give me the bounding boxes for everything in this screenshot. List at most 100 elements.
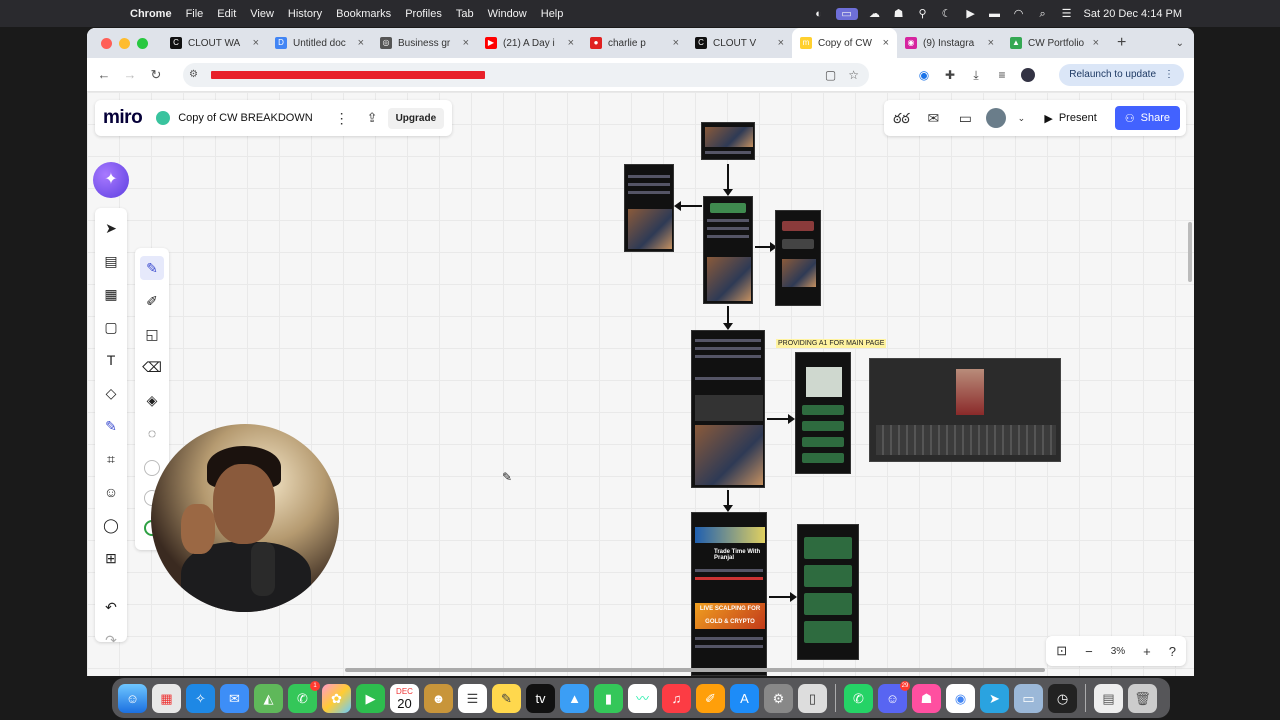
control-center-icon[interactable]: ☰ (1060, 8, 1074, 20)
smart-draw-icon[interactable]: ◱ (140, 322, 164, 346)
redo-icon[interactable]: ↷ (99, 628, 123, 652)
flow-arrow[interactable] (723, 164, 733, 196)
frame-tool-icon[interactable]: ⌗ (99, 447, 123, 471)
ai-sparkle-button[interactable]: ✦ (93, 162, 129, 198)
keynote-icon[interactable]: ▲ (560, 683, 589, 713)
templates-icon[interactable]: ▤ (99, 249, 123, 273)
highlighter-icon[interactable]: ✐ (140, 289, 164, 313)
calendar-icon[interactable]: DEC 20 (390, 683, 419, 713)
emoji-icon[interactable]: ☺ (99, 480, 123, 504)
tab-close-icon[interactable]: × (253, 37, 259, 49)
user-avatar[interactable] (986, 108, 1007, 128)
browser-tab[interactable]: ◎ Business gr × (372, 28, 477, 58)
present-button[interactable]: ▶ Present (1036, 112, 1104, 125)
launchpad-icon[interactable]: ▦ (152, 683, 181, 713)
reminders-icon[interactable]: ☰ (458, 683, 487, 713)
browser-tab[interactable]: m Copy of CW × (792, 28, 897, 58)
music-icon[interactable]: ♫ (662, 683, 691, 713)
menu-history[interactable]: History (288, 8, 322, 20)
site-info-icon[interactable]: ⚙ (189, 69, 203, 80)
preview-icon[interactable]: ▭ (1014, 683, 1043, 713)
browser-tab[interactable]: ● charlie p × (582, 28, 687, 58)
robot-app-icon[interactable]: ☗ (912, 683, 941, 713)
whatsapp-icon[interactable]: ✆ (844, 683, 873, 713)
board-screenshot-profile-a[interactable] (624, 164, 674, 252)
text-tool-icon[interactable]: T (99, 348, 123, 372)
pen-size-option[interactable] (144, 460, 160, 476)
tab-close-icon[interactable]: × (778, 37, 784, 49)
url-input[interactable]: ⚙ ▢ ☆ (183, 62, 869, 87)
shapes-icon[interactable]: ◇ (99, 381, 123, 405)
menu-bookmarks[interactable]: Bookmarks (336, 8, 391, 20)
telegram-icon[interactable]: ➤ (980, 683, 1009, 713)
lasso-icon[interactable]: ◌ (140, 421, 164, 445)
messages-icon[interactable]: ✆ 1 (288, 680, 320, 713)
download-icon[interactable]: ⤓ (969, 68, 983, 82)
menubar-datetime[interactable]: Sat 20 Dec 4:14 PM (1084, 8, 1182, 20)
reload-icon[interactable]: ↻ (143, 67, 169, 83)
more-tools-icon[interactable]: ⊞ (99, 546, 123, 570)
board-screenshot-chat-a[interactable] (775, 210, 821, 306)
flow-arrow[interactable] (723, 306, 733, 330)
browser-tab[interactable]: D Untitled doc × (267, 28, 372, 58)
system-settings-icon[interactable]: ⚙ (764, 683, 793, 713)
board-screenshot-top[interactable] (701, 122, 755, 160)
photos-icon[interactable]: ✿ (322, 683, 351, 713)
pen-icon[interactable]: ✎ (140, 256, 164, 280)
maps-icon[interactable]: ◭ (254, 683, 283, 713)
pages-icon[interactable]: ✐ (696, 683, 725, 713)
board-menu-icon[interactable]: ⋮ (335, 110, 349, 127)
moon-icon[interactable]: ☾ (940, 8, 954, 20)
iphone-mirroring-icon[interactable]: ▯ (798, 683, 827, 713)
board-screenshot-youtube-channel[interactable]: Trade Time With Pranjal LIVE SCALPING FO… (691, 512, 767, 676)
pen-tool-icon[interactable]: ✎ (99, 414, 123, 438)
trash-icon[interactable]: 🗑 (1128, 683, 1157, 713)
object-eraser-icon[interactable]: ◈ (140, 388, 164, 412)
robot-icon[interactable]: ☗ (892, 8, 906, 20)
browser-tab[interactable]: C CLOUT V × (687, 28, 792, 58)
profile-avatar[interactable] (1021, 67, 1035, 82)
mail-icon[interactable]: ✉ (220, 683, 249, 713)
flow-arrow[interactable] (755, 242, 777, 252)
fit-screen-icon[interactable]: ⊡ (1056, 643, 1067, 659)
tab-close-icon[interactable]: × (988, 37, 994, 49)
close-window-button[interactable] (101, 37, 112, 49)
downloads-stack-icon[interactable]: ▤ (1094, 683, 1123, 713)
tab-close-icon[interactable]: × (883, 37, 889, 49)
zoom-window-button[interactable] (137, 37, 148, 49)
horizontal-scrollbar[interactable] (345, 668, 1045, 672)
relaunch-button[interactable]: Relaunch to update ⋮ (1059, 63, 1184, 86)
browser-tab[interactable]: ▲ CW Portfolio × (1002, 28, 1107, 58)
board-screenshot-profile-b[interactable] (703, 196, 753, 304)
board-screenshot-chat-b[interactable] (795, 352, 851, 474)
controls-icon[interactable]: ⚲ (916, 8, 930, 20)
numbers-icon[interactable]: ▮ (594, 683, 623, 713)
board-screenshot-video-editor[interactable] (869, 358, 1061, 462)
miro-logo[interactable]: miro (103, 107, 143, 129)
menu-profiles[interactable]: Profiles (405, 8, 442, 20)
extension-icon[interactable]: ◉ (917, 68, 931, 82)
extensions-puzzle-icon[interactable]: ✚ (943, 68, 957, 82)
comment-tool-icon[interactable]: ◯ (99, 513, 123, 537)
tab-close-icon[interactable]: × (568, 37, 574, 49)
menu-view[interactable]: View (250, 8, 274, 20)
tab-close-icon[interactable]: × (358, 37, 364, 49)
tab-close-icon[interactable]: × (1093, 37, 1099, 49)
comments-icon[interactable]: ✉ (922, 107, 944, 129)
select-tool-icon[interactable]: ➤ (99, 216, 123, 240)
upgrade-button[interactable]: Upgrade (387, 107, 445, 129)
reading-mode-icon[interactable]: ▢ (825, 68, 836, 82)
apple-tv-icon[interactable]: tv (526, 683, 555, 713)
annotation-label[interactable]: PROVIDING A1 FOR MAIN PAGE (776, 339, 887, 348)
forward-icon[interactable]: → (117, 67, 143, 82)
browser-tab[interactable]: ▶ (21) A Day i × (477, 28, 582, 58)
share-button[interactable]: ⚇ Share (1114, 106, 1180, 130)
freeform-icon[interactable]: 〰 (628, 683, 657, 713)
menu-file[interactable]: File (186, 8, 204, 20)
back-icon[interactable]: ← (91, 67, 117, 82)
board-title[interactable]: Copy of CW BREAKDOWN (178, 112, 312, 124)
flow-arrow[interactable] (769, 592, 797, 602)
menu-window[interactable]: Window (488, 8, 527, 20)
more-vert-icon[interactable]: ⋮ (1164, 69, 1174, 80)
wifi-icon[interactable]: ◠ (1012, 8, 1026, 20)
